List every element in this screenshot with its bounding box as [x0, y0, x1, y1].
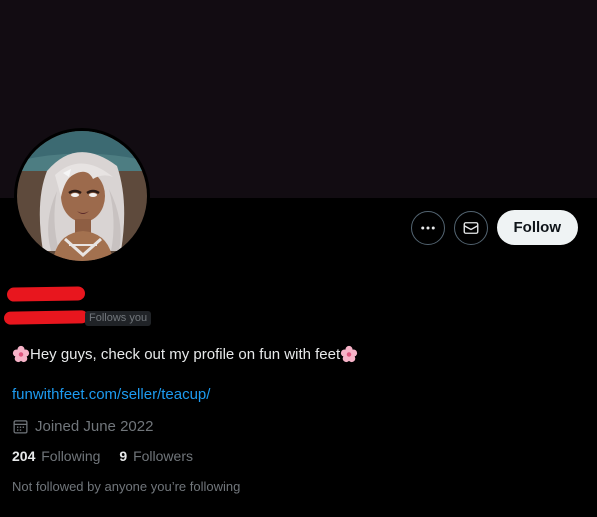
more-button[interactable] [410, 210, 445, 245]
message-button[interactable] [453, 210, 488, 245]
follow-button[interactable]: Follow [496, 210, 578, 245]
joined-text: Joined June 2022 [35, 418, 154, 435]
followers-link[interactable]: 9 Followers [119, 448, 193, 464]
redacted-username [3, 310, 89, 325]
cherry-blossom-icon [340, 345, 358, 363]
followers-label: Followers [133, 448, 193, 464]
bio-text: Hey guys, check out my profile on fun wi… [30, 345, 341, 363]
profile-actions: Follow [410, 210, 578, 245]
profile-page: Follow Follows you Hey guys, check out m… [0, 0, 597, 517]
following-count: 204 [12, 448, 36, 464]
follows-you-badge: Follows you [85, 311, 152, 326]
mutual-followers-note: Not followed by anyone you’re following [12, 479, 241, 494]
avatar[interactable] [14, 128, 150, 264]
mail-icon [463, 221, 478, 234]
website-link[interactable]: funwithfeet.com/seller/teacup/ [12, 386, 210, 403]
follow-stats: 204 Following 9 Followers [12, 448, 193, 464]
redacted-display-name [6, 286, 86, 302]
avatar-illustration [17, 131, 147, 261]
following-link[interactable]: 204 Following [12, 448, 100, 464]
followers-count: 9 [119, 448, 128, 464]
calendar-icon [13, 420, 28, 434]
joined-date: Joined June 2022 [12, 418, 153, 435]
cherry-blossom-icon [12, 345, 30, 363]
following-label: Following [41, 448, 101, 464]
profile-bio: Hey guys, check out my profile on fun wi… [12, 345, 358, 363]
more-horizontal-icon [420, 226, 435, 229]
